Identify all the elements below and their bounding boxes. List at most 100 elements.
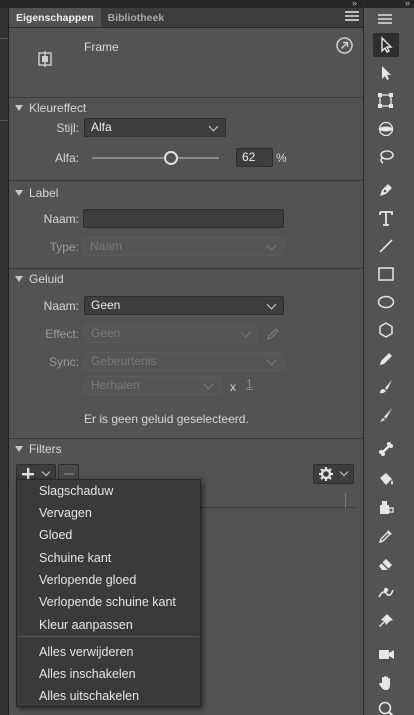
- alfa-unit: %: [276, 151, 287, 165]
- label-header[interactable]: Label: [9, 183, 363, 203]
- rectangle-tool-icon[interactable]: [373, 262, 399, 286]
- selection-tool-icon[interactable]: [373, 33, 399, 57]
- label-type-label: Type:: [49, 240, 79, 254]
- geluid-sync-value: Gebeurtenis: [91, 354, 157, 368]
- pen-tool-icon[interactable]: [373, 178, 399, 202]
- menu-separator: [18, 636, 199, 637]
- text-tool-icon[interactable]: [373, 206, 399, 230]
- section-label: Label Naam: Type: Naam: [9, 183, 363, 269]
- zoom-tool-icon[interactable]: [373, 697, 399, 715]
- ink-bottle-tool-icon[interactable]: [373, 495, 399, 519]
- geluid-naam-dropdown[interactable]: Geen: [84, 296, 284, 315]
- geluid-title: Geluid: [29, 272, 64, 286]
- tab-bibliotheek[interactable]: Bibliotheek: [101, 8, 172, 27]
- collapse-caret-icon: [15, 276, 23, 282]
- geluid-sync-dropdown[interactable]: Gebeurtenis: [84, 352, 284, 371]
- label-naam-input[interactable]: [83, 209, 284, 228]
- panel-tabbar: Eigenschappen Bibliotheek: [9, 8, 363, 28]
- label-type-value: Naam: [90, 239, 123, 253]
- geluid-naam-label: Naam:: [43, 299, 79, 313]
- kleureffect-title: Kleureffect: [29, 101, 87, 115]
- chevron-down-icon: [203, 379, 214, 390]
- repeat-x-label: x: [230, 380, 236, 394]
- menu-item-verlopende-gloed[interactable]: Verlopende gloed: [39, 573, 136, 587]
- chevron-down-icon: [266, 299, 277, 310]
- chevron-down-icon: [266, 240, 277, 251]
- gear-icon: [319, 467, 333, 481]
- geluid-sync-label: Sync:: [48, 355, 79, 369]
- eraser-tool-icon[interactable]: [373, 552, 399, 576]
- add-filter-menu: Slagschaduw Vervagen Gloed Schuine kant …: [16, 479, 201, 707]
- collapse-caret-icon: [15, 190, 23, 196]
- geluid-effect-label: Effect:: [45, 327, 79, 341]
- panel-topbar: »: [9, 0, 363, 8]
- tools-panel: »: [363, 0, 414, 715]
- free-transform-tool-icon[interactable]: [373, 89, 399, 113]
- geluid-repeat-dropdown[interactable]: Herhalen: [84, 376, 221, 395]
- filter-options-button[interactable]: [313, 464, 354, 484]
- alfa-slider-handle[interactable]: [163, 151, 178, 165]
- open-in-icon[interactable]: [336, 37, 353, 54]
- 3d-rotation-tool-icon[interactable]: [373, 117, 399, 141]
- menu-item-vervagen[interactable]: Vervagen: [39, 506, 92, 520]
- camera-tool-icon[interactable]: [373, 642, 399, 666]
- stijl-label: Stijl:: [56, 121, 79, 135]
- tools-topbar: »: [364, 0, 414, 8]
- bone-tool-icon[interactable]: [373, 437, 399, 461]
- geluid-effect-value: Geen: [91, 326, 121, 340]
- menu-item-gloed[interactable]: Gloed: [39, 528, 72, 542]
- menu-item-verlopende-schuine-kant[interactable]: Verlopende schuine kant: [39, 595, 176, 609]
- chevron-down-icon: [208, 121, 219, 132]
- section-kleureffect: Kleureffect Stijl: Alfa Alfa: 62 %: [9, 98, 363, 181]
- pencil-tool-icon[interactable]: [373, 347, 399, 371]
- geluid-status-text: Er is geen geluid geselecteerd.: [84, 412, 249, 426]
- menu-item-alles-verwijderen[interactable]: Alles verwijderen: [39, 645, 133, 659]
- geluid-header[interactable]: Geluid: [9, 269, 363, 289]
- section-geluid: Geluid Naam: Geen Effect: Geen Sync: Geb…: [9, 269, 363, 439]
- chevron-down-icon: [339, 467, 349, 477]
- asset-warp-tool-icon[interactable]: [373, 609, 399, 633]
- edit-pencil-icon[interactable]: [266, 327, 280, 341]
- width-tool-icon[interactable]: [373, 581, 399, 605]
- eyedropper-tool-icon[interactable]: [373, 524, 399, 548]
- chevron-down-icon: [266, 355, 277, 366]
- polystar-tool-icon[interactable]: [373, 318, 399, 342]
- frame-title: Frame: [84, 40, 119, 54]
- geluid-repeat-value: Herhalen: [91, 378, 140, 392]
- oval-tool-icon[interactable]: [373, 290, 399, 314]
- kleureffect-header[interactable]: Kleureffect: [9, 98, 363, 118]
- alfa-label: Alfa:: [54, 151, 79, 165]
- alfa-slider-track[interactable]: [92, 157, 219, 159]
- geluid-naam-value: Geen: [91, 298, 121, 312]
- chevron-down-icon: [240, 327, 251, 338]
- filters-header[interactable]: Filters: [9, 439, 363, 459]
- tab-eigenschappen[interactable]: Eigenschappen: [9, 8, 101, 27]
- frame-icon: [38, 51, 52, 67]
- lasso-tool-icon[interactable]: [373, 145, 399, 169]
- geluid-effect-dropdown[interactable]: Geen: [84, 324, 258, 343]
- collapse-caret-icon: [15, 105, 23, 111]
- minus-icon: [64, 473, 74, 475]
- frame-header: Frame: [9, 28, 363, 98]
- menu-item-slagschaduw[interactable]: Slagschaduw: [39, 484, 113, 498]
- paint-bucket-tool-icon[interactable]: [373, 467, 399, 491]
- line-tool-icon[interactable]: [373, 234, 399, 258]
- stijl-dropdown[interactable]: Alfa: [84, 118, 226, 137]
- subselection-tool-icon[interactable]: [373, 61, 399, 85]
- tools-menu-icon[interactable]: [378, 14, 392, 26]
- brush-tool-icon[interactable]: [373, 403, 399, 427]
- menu-item-kleur-aanpassen[interactable]: Kleur aanpassen: [39, 618, 133, 632]
- alfa-input[interactable]: 62: [236, 148, 273, 167]
- paint-brush-tool-icon[interactable]: [373, 375, 399, 399]
- menu-item-alles-uitschakelen[interactable]: Alles uitschakelen: [39, 689, 139, 703]
- menu-item-alles-inschakelen[interactable]: Alles inschakelen: [39, 667, 136, 681]
- filters-title: Filters: [29, 442, 62, 456]
- collapse-caret-icon: [15, 446, 23, 452]
- hand-tool-icon[interactable]: [373, 671, 399, 695]
- menu-item-schuine-kant[interactable]: Schuine kant: [39, 551, 111, 565]
- label-type-dropdown[interactable]: Naam: [83, 237, 284, 256]
- chevron-down-icon: [41, 467, 51, 477]
- goto-arrow-icon[interactable]: [337, 19, 353, 35]
- label-naam-label: Naam:: [43, 212, 79, 226]
- repeat-count-input[interactable]: 1: [246, 377, 253, 391]
